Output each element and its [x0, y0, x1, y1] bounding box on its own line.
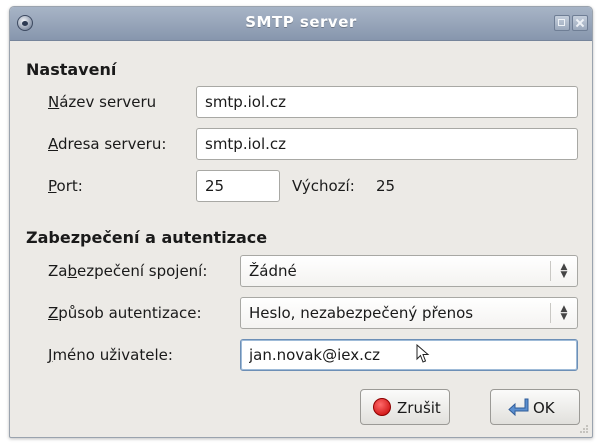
auth-method-label: Způsob autentizace: — [48, 304, 202, 322]
server-name-label-accel: N — [48, 93, 60, 111]
ok-button-label: OK — [533, 399, 555, 417]
server-name-label-text: ázev serveru — [59, 93, 157, 111]
connection-security-label: Zabezpečení spojení: — [48, 262, 207, 280]
maximize-icon[interactable] — [554, 15, 570, 31]
default-port-label: Výchozí: — [292, 177, 355, 195]
port-label: Port: — [48, 177, 83, 195]
server-address-label-text: dresa serveru: — [58, 135, 167, 153]
cancel-button[interactable]: Zrušit — [360, 389, 450, 425]
port-label-text: ort: — [56, 177, 83, 195]
close-icon[interactable] — [572, 15, 588, 31]
cancel-button-label: Zrušit — [397, 399, 441, 417]
window-title: SMTP server — [245, 13, 357, 31]
port-label-accel: P — [48, 177, 57, 195]
mouse-cursor-icon — [416, 344, 430, 363]
updown-arrows-icon: ▲ ▼ — [560, 304, 568, 322]
connection-security-label-pre: Za — [48, 262, 68, 280]
server-address-label-accel: A — [48, 135, 58, 153]
title-bar[interactable]: SMTP server — [10, 7, 592, 41]
smtp-server-dialog: SMTP server Nastavení Název serveru Adre… — [9, 6, 593, 438]
connection-security-value: Žádné — [249, 262, 297, 280]
connection-security-label-text: ezpečení spojení: — [77, 262, 208, 280]
settings-heading: Nastavení — [26, 60, 117, 79]
connection-security-select[interactable]: Žádné ▲ ▼ — [240, 255, 578, 287]
auth-method-label-accel: Z — [48, 304, 59, 322]
security-heading: Zabezpečení a autentizace — [26, 228, 268, 247]
server-address-label: Adresa serveru: — [48, 135, 166, 153]
port-input[interactable] — [196, 170, 280, 202]
server-name-input[interactable] — [196, 86, 578, 118]
resize-grip-icon[interactable] — [579, 424, 589, 434]
connection-security-label-accel: b — [67, 262, 77, 280]
default-port-value: 25 — [376, 177, 396, 195]
combo-separator — [550, 303, 551, 323]
ok-icon — [508, 398, 529, 417]
auth-method-value: Heslo, nezabezpečený přenos — [249, 304, 474, 322]
username-label-text: méno uživatele: — [52, 346, 173, 364]
auth-method-select[interactable]: Heslo, nezabezpečený přenos ▲ ▼ — [240, 297, 578, 329]
auth-method-label-text: působ autentizace: — [58, 304, 202, 322]
updown-arrows-icon: ▲ ▼ — [560, 262, 568, 280]
server-name-label: Název serveru — [48, 93, 156, 111]
combo-separator — [550, 261, 551, 281]
username-input[interactable] — [240, 339, 578, 371]
ok-button[interactable]: OK — [490, 389, 580, 425]
username-label: Jméno uživatele: — [48, 346, 173, 364]
server-address-input[interactable] — [196, 128, 578, 160]
cancel-icon — [373, 398, 391, 416]
